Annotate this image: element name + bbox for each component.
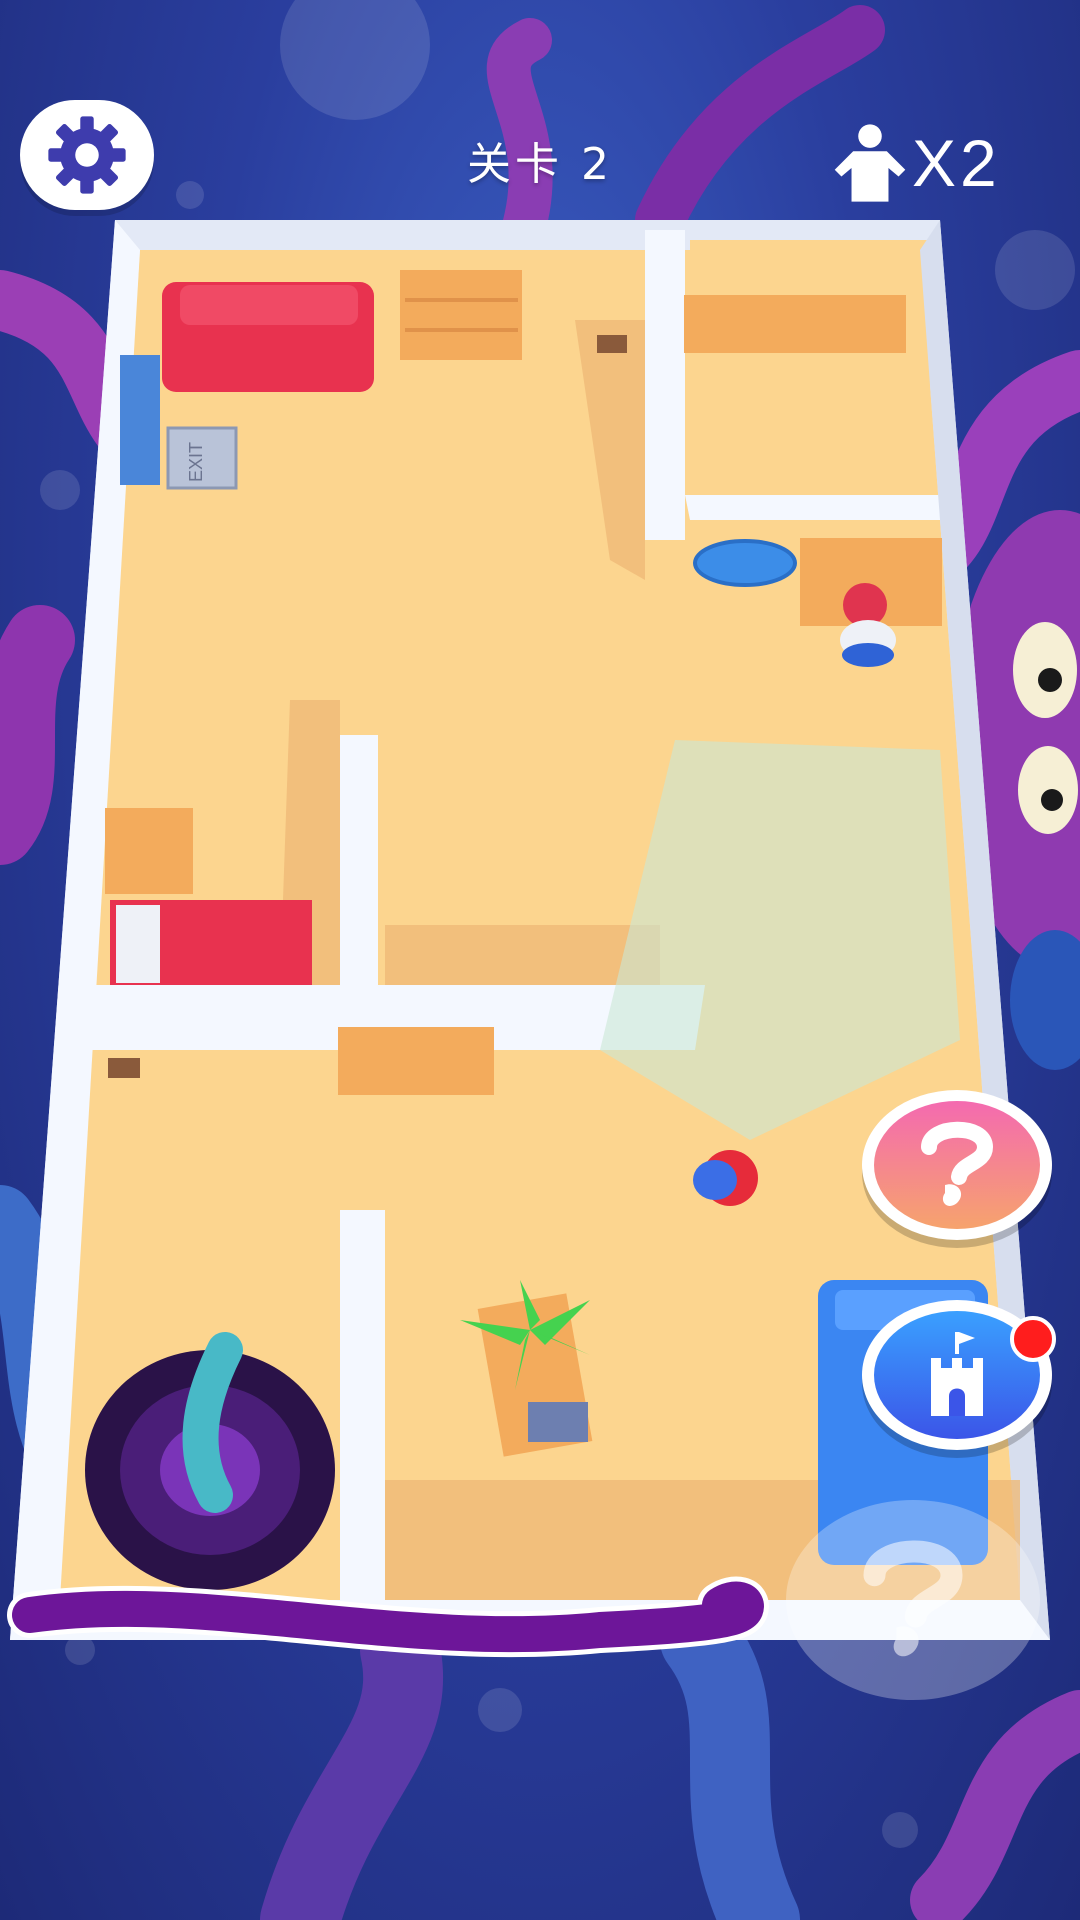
notification-dot: [1010, 1316, 1056, 1362]
lives-counter: X2: [828, 118, 997, 208]
question-icon: [863, 1540, 963, 1657]
level-label: 关卡 2: [467, 139, 613, 190]
svg-text:EXIT: EXIT: [186, 442, 206, 482]
lives-prefix: X: [912, 126, 957, 200]
person-icon: [834, 124, 906, 202]
lives-count: 2: [960, 126, 997, 200]
hint-button[interactable]: [862, 1090, 1052, 1240]
question-icon: [921, 1121, 994, 1206]
hint-button-face: [874, 1101, 1040, 1229]
castle-icon: [931, 1332, 983, 1416]
gear-icon: [48, 116, 126, 194]
settings-button[interactable]: [20, 100, 154, 210]
ghost-hint-button[interactable]: [786, 1500, 1040, 1700]
